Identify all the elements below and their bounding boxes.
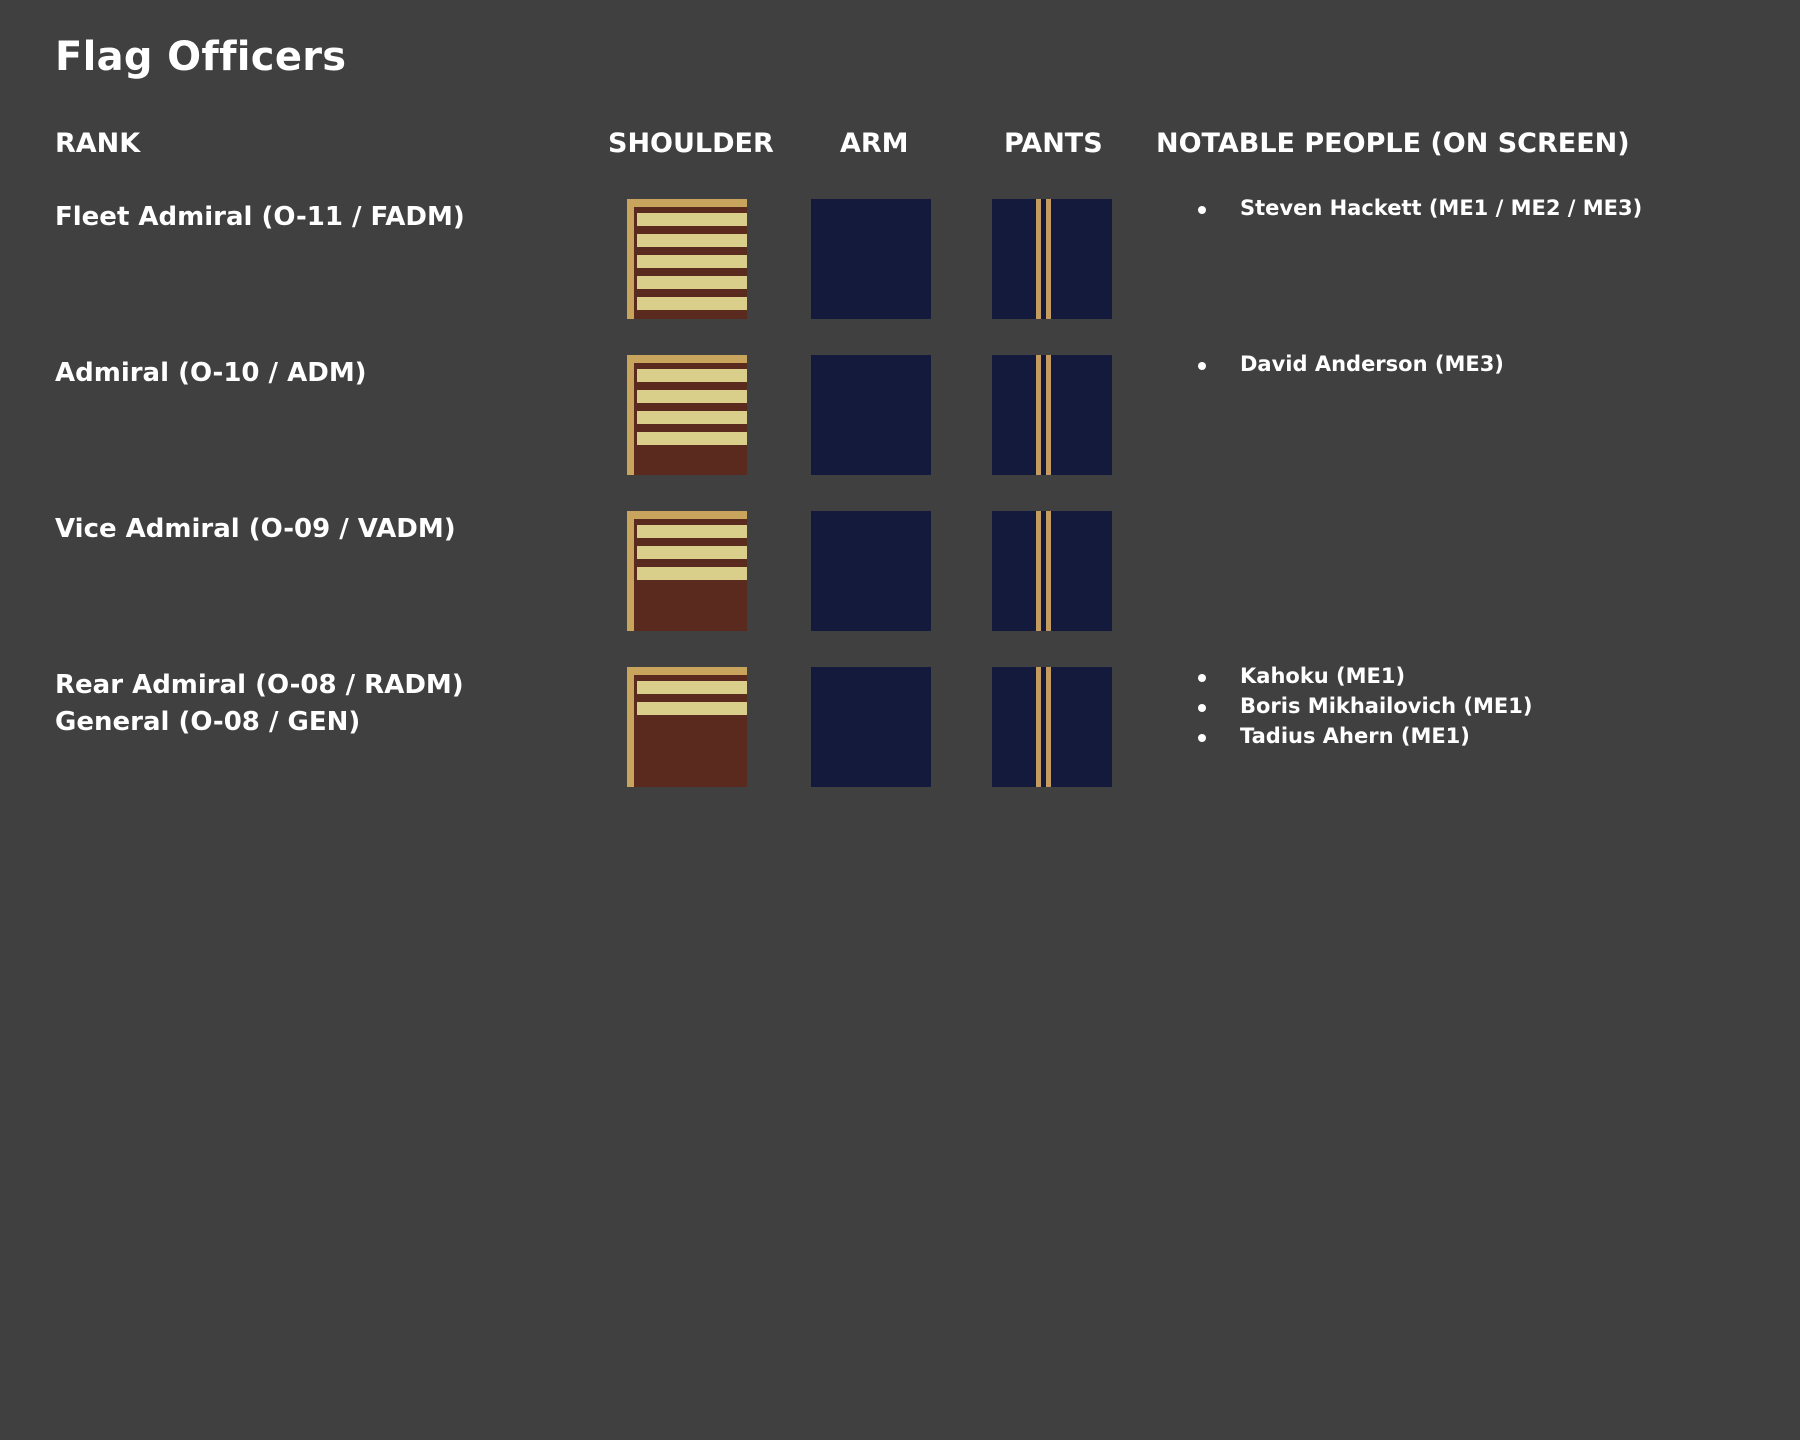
rank-row: Vice Admiral (O-09 / VADM)	[0, 511, 1800, 631]
shoulder-insignia-image	[627, 355, 747, 475]
shoulder-stripe	[637, 567, 747, 580]
rank-label-line: Vice Admiral (O-09 / VADM)	[55, 514, 456, 544]
rank-label-line: Fleet Admiral (O-11 / FADM)	[55, 202, 465, 232]
pants-stripe	[1036, 199, 1041, 319]
shoulder-stripe	[637, 432, 747, 445]
shoulder-stripe	[637, 390, 747, 403]
arm-fabric	[811, 511, 931, 631]
notable-person: Steven Hackett (ME1 / ME2 / ME3)	[1185, 193, 1642, 223]
arm-fabric	[811, 355, 931, 475]
header-shoulder: SHOULDER	[608, 128, 774, 159]
shoulder-stripe	[637, 255, 747, 268]
header-rank: RANK	[55, 128, 141, 159]
shoulder-side-trim	[627, 511, 634, 631]
pants-insignia-image	[992, 667, 1112, 787]
rank-row: Rear Admiral (O-08 / RADM) General (O-08 …	[0, 664, 1800, 787]
shoulder-top-trim	[627, 199, 747, 207]
pants-stripe	[1036, 667, 1041, 787]
notable-people-list: Steven Hackett (ME1 / ME2 / ME3)	[1185, 193, 1642, 223]
shoulder-stripe	[637, 411, 747, 424]
rank-label: Fleet Admiral (O-11 / FADM)	[55, 199, 465, 236]
pants-fabric	[992, 355, 1112, 475]
shoulder-stripe	[637, 213, 747, 226]
header-arm: ARM	[840, 128, 909, 159]
pants-stripe	[1046, 355, 1051, 475]
pants-insignia-image	[992, 355, 1112, 475]
rank-row: Fleet Admiral (O-11 / FADM) Steven Hacket…	[0, 196, 1800, 319]
arm-insignia-image	[811, 199, 931, 319]
arm-fabric	[811, 199, 931, 319]
rank-label-line: General (O-08 / GEN)	[55, 707, 361, 737]
flag-officers-page: Flag Officers RANK SHOULDER ARM PANTS NO…	[0, 0, 1800, 1440]
shoulder-stripe	[637, 546, 747, 559]
shoulder-stripe	[637, 297, 747, 310]
shoulder-stripe	[637, 234, 747, 247]
shoulder-insignia-image	[627, 511, 747, 631]
shoulder-stripe	[637, 369, 747, 382]
pants-stripe	[1046, 511, 1051, 631]
shoulder-insignia	[627, 199, 747, 319]
shoulder-stripe	[637, 681, 747, 694]
shoulder-side-trim	[627, 355, 634, 475]
pants-fabric	[992, 667, 1112, 787]
pants-stripe	[1046, 199, 1051, 319]
shoulder-side-trim	[627, 199, 634, 319]
shoulder-insignia	[627, 511, 747, 631]
notable-person: David Anderson (ME3)	[1185, 349, 1504, 379]
arm-insignia	[811, 667, 931, 787]
shoulder-top-trim	[627, 355, 747, 363]
pants-insignia	[992, 355, 1112, 475]
notable-people-list: David Anderson (ME3)	[1185, 349, 1504, 379]
rank-label-line: Admiral (O-10 / ADM)	[55, 358, 367, 388]
pants-stripe	[1046, 667, 1051, 787]
pants-fabric	[992, 511, 1112, 631]
arm-insignia-image	[811, 511, 931, 631]
pants-stripe	[1036, 355, 1041, 475]
arm-insignia-image	[811, 667, 931, 787]
notable-person: Boris Mikhailovich (ME1)	[1185, 691, 1532, 721]
notable-people-list: Kahoku (ME1) Boris Mikhailovich (ME1) Tadi…	[1185, 661, 1532, 751]
pants-insignia-image	[992, 511, 1112, 631]
notable-person: Kahoku (ME1)	[1185, 661, 1532, 691]
shoulder-top-trim	[627, 511, 747, 519]
shoulder-insignia	[627, 355, 747, 475]
pants-stripe	[1036, 511, 1041, 631]
pants-insignia	[992, 667, 1112, 787]
shoulder-side-trim	[627, 667, 634, 787]
shoulder-stripe	[637, 525, 747, 538]
rank-label-line: Rear Admiral (O-08 / RADM)	[55, 670, 464, 700]
notable-person: Tadius Ahern (ME1)	[1185, 721, 1532, 751]
rank-label: Rear Admiral (O-08 / RADM) General (O-08 …	[55, 667, 464, 741]
pants-insignia-image	[992, 199, 1112, 319]
header-pants: PANTS	[1004, 128, 1103, 159]
rank-label: Vice Admiral (O-09 / VADM)	[55, 511, 456, 548]
header-notable-people: NOTABLE PEOPLE (ON SCREEN)	[1156, 128, 1630, 159]
pants-fabric	[992, 199, 1112, 319]
shoulder-stripe	[637, 702, 747, 715]
shoulder-top-trim	[627, 667, 747, 675]
arm-insignia	[811, 199, 931, 319]
arm-insignia-image	[811, 355, 931, 475]
shoulder-insignia	[627, 667, 747, 787]
pants-insignia	[992, 511, 1112, 631]
rank-row: Admiral (O-10 / ADM) David Anderson (ME3)	[0, 352, 1800, 475]
arm-fabric	[811, 667, 931, 787]
shoulder-insignia-image	[627, 199, 747, 319]
shoulder-insignia-image	[627, 667, 747, 787]
page-title: Flag Officers	[55, 34, 347, 80]
arm-insignia	[811, 511, 931, 631]
shoulder-stripe	[637, 276, 747, 289]
pants-insignia	[992, 199, 1112, 319]
rank-label: Admiral (O-10 / ADM)	[55, 355, 367, 392]
arm-insignia	[811, 355, 931, 475]
